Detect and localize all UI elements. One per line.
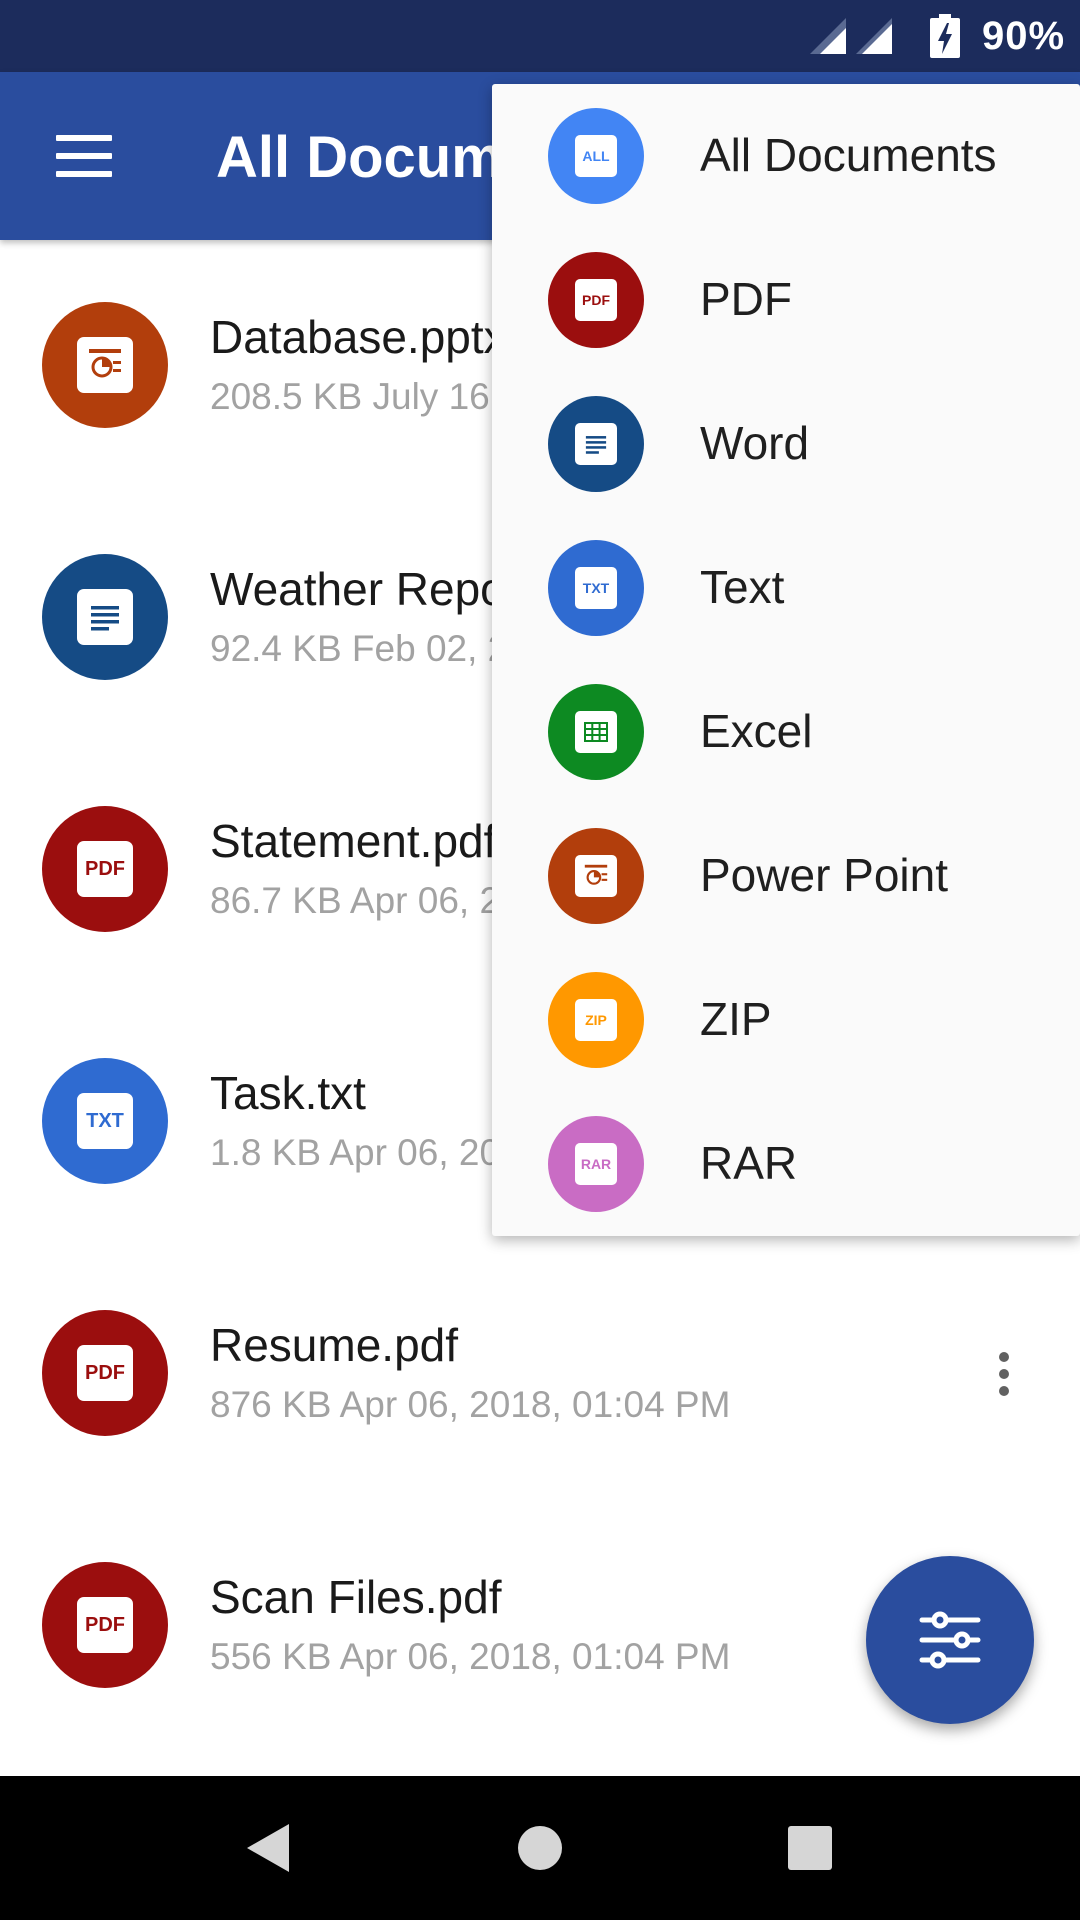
wifi-signal-icon bbox=[856, 18, 892, 54]
filter-fab-button[interactable] bbox=[866, 1556, 1034, 1724]
file-name: Resume.pdf bbox=[210, 1319, 459, 1371]
excel-icon bbox=[548, 684, 644, 780]
menu-item-label: Word bbox=[700, 417, 810, 469]
pdf-file-icon: PDF bbox=[42, 806, 168, 932]
menu-item-rar[interactable]: RAR RAR bbox=[492, 1092, 1080, 1236]
menu-item-label: PDF bbox=[700, 273, 792, 325]
file-name: Statement.pdf bbox=[210, 815, 497, 867]
pdf-file-icon: PDF bbox=[42, 1562, 168, 1688]
all-docs-icon: ALL bbox=[548, 108, 644, 204]
cell-signal-icon bbox=[810, 18, 846, 54]
menu-item-zip[interactable]: ZIP ZIP bbox=[492, 948, 1080, 1092]
file-name: Scan Files.pdf bbox=[210, 1571, 502, 1623]
txt-icon: TXT bbox=[548, 540, 644, 636]
menu-item-pdf[interactable]: PDF PDF bbox=[492, 228, 1080, 372]
menu-item-label: Excel bbox=[700, 705, 813, 757]
menu-item-label: Power Point bbox=[700, 849, 949, 901]
menu-item-label: All Documents bbox=[700, 129, 997, 181]
file-meta: 208.5 KB July 16 bbox=[210, 376, 490, 417]
file-meta: 92.4 KB Feb 02, 2 bbox=[210, 628, 509, 669]
system-nav-bar bbox=[0, 1776, 1080, 1920]
pdf-icon: PDF bbox=[548, 252, 644, 348]
file-meta: 876 KB Apr 06, 2018, 01:04 PM bbox=[210, 1384, 731, 1425]
file-meta: 1.8 KB Apr 06, 20 bbox=[210, 1132, 501, 1173]
powerpoint-icon bbox=[548, 828, 644, 924]
powerpoint-file-icon bbox=[42, 302, 168, 428]
menu-item-all-documents[interactable]: ALL All Documents bbox=[492, 84, 1080, 228]
menu-item-label: RAR bbox=[700, 1137, 798, 1189]
status-bar: 90% bbox=[0, 0, 1080, 72]
menu-item-excel[interactable]: Excel bbox=[492, 660, 1080, 804]
back-icon[interactable] bbox=[232, 1812, 304, 1884]
zip-icon: ZIP bbox=[548, 972, 644, 1068]
battery-percent: 90% bbox=[982, 14, 1066, 58]
file-type-menu: ALL All Documents PDF PDF Word TXT Text bbox=[492, 84, 1080, 1236]
file-name: Weather Report bbox=[210, 563, 534, 615]
rar-icon: RAR bbox=[548, 1116, 644, 1212]
txt-file-icon: TXT bbox=[42, 1058, 168, 1184]
menu-item-power-point[interactable]: Power Point bbox=[492, 804, 1080, 948]
file-meta: 86.7 KB Apr 06, 2 bbox=[210, 880, 501, 921]
more-vert-icon[interactable] bbox=[980, 1338, 1028, 1410]
file-name: Task.txt bbox=[210, 1067, 366, 1119]
menu-item-label: ZIP bbox=[700, 993, 772, 1045]
word-icon bbox=[548, 396, 644, 492]
filter-sliders-icon bbox=[919, 1611, 981, 1669]
battery-charging-icon bbox=[930, 14, 960, 58]
recents-icon[interactable] bbox=[774, 1812, 846, 1884]
home-icon[interactable] bbox=[504, 1812, 576, 1884]
word-file-icon bbox=[42, 554, 168, 680]
file-meta: 556 KB Apr 06, 2018, 01:04 PM bbox=[210, 1636, 731, 1677]
hamburger-menu-icon[interactable] bbox=[40, 116, 128, 196]
pdf-file-icon: PDF bbox=[42, 1310, 168, 1436]
menu-item-word[interactable]: Word bbox=[492, 372, 1080, 516]
menu-item-text[interactable]: TXT Text bbox=[492, 516, 1080, 660]
menu-item-label: Text bbox=[700, 561, 785, 613]
file-name: Database.pptx bbox=[210, 311, 507, 363]
file-row[interactable]: PDF Resume.pdf 876 KB Apr 06, 2018, 01:0… bbox=[0, 1248, 1080, 1500]
